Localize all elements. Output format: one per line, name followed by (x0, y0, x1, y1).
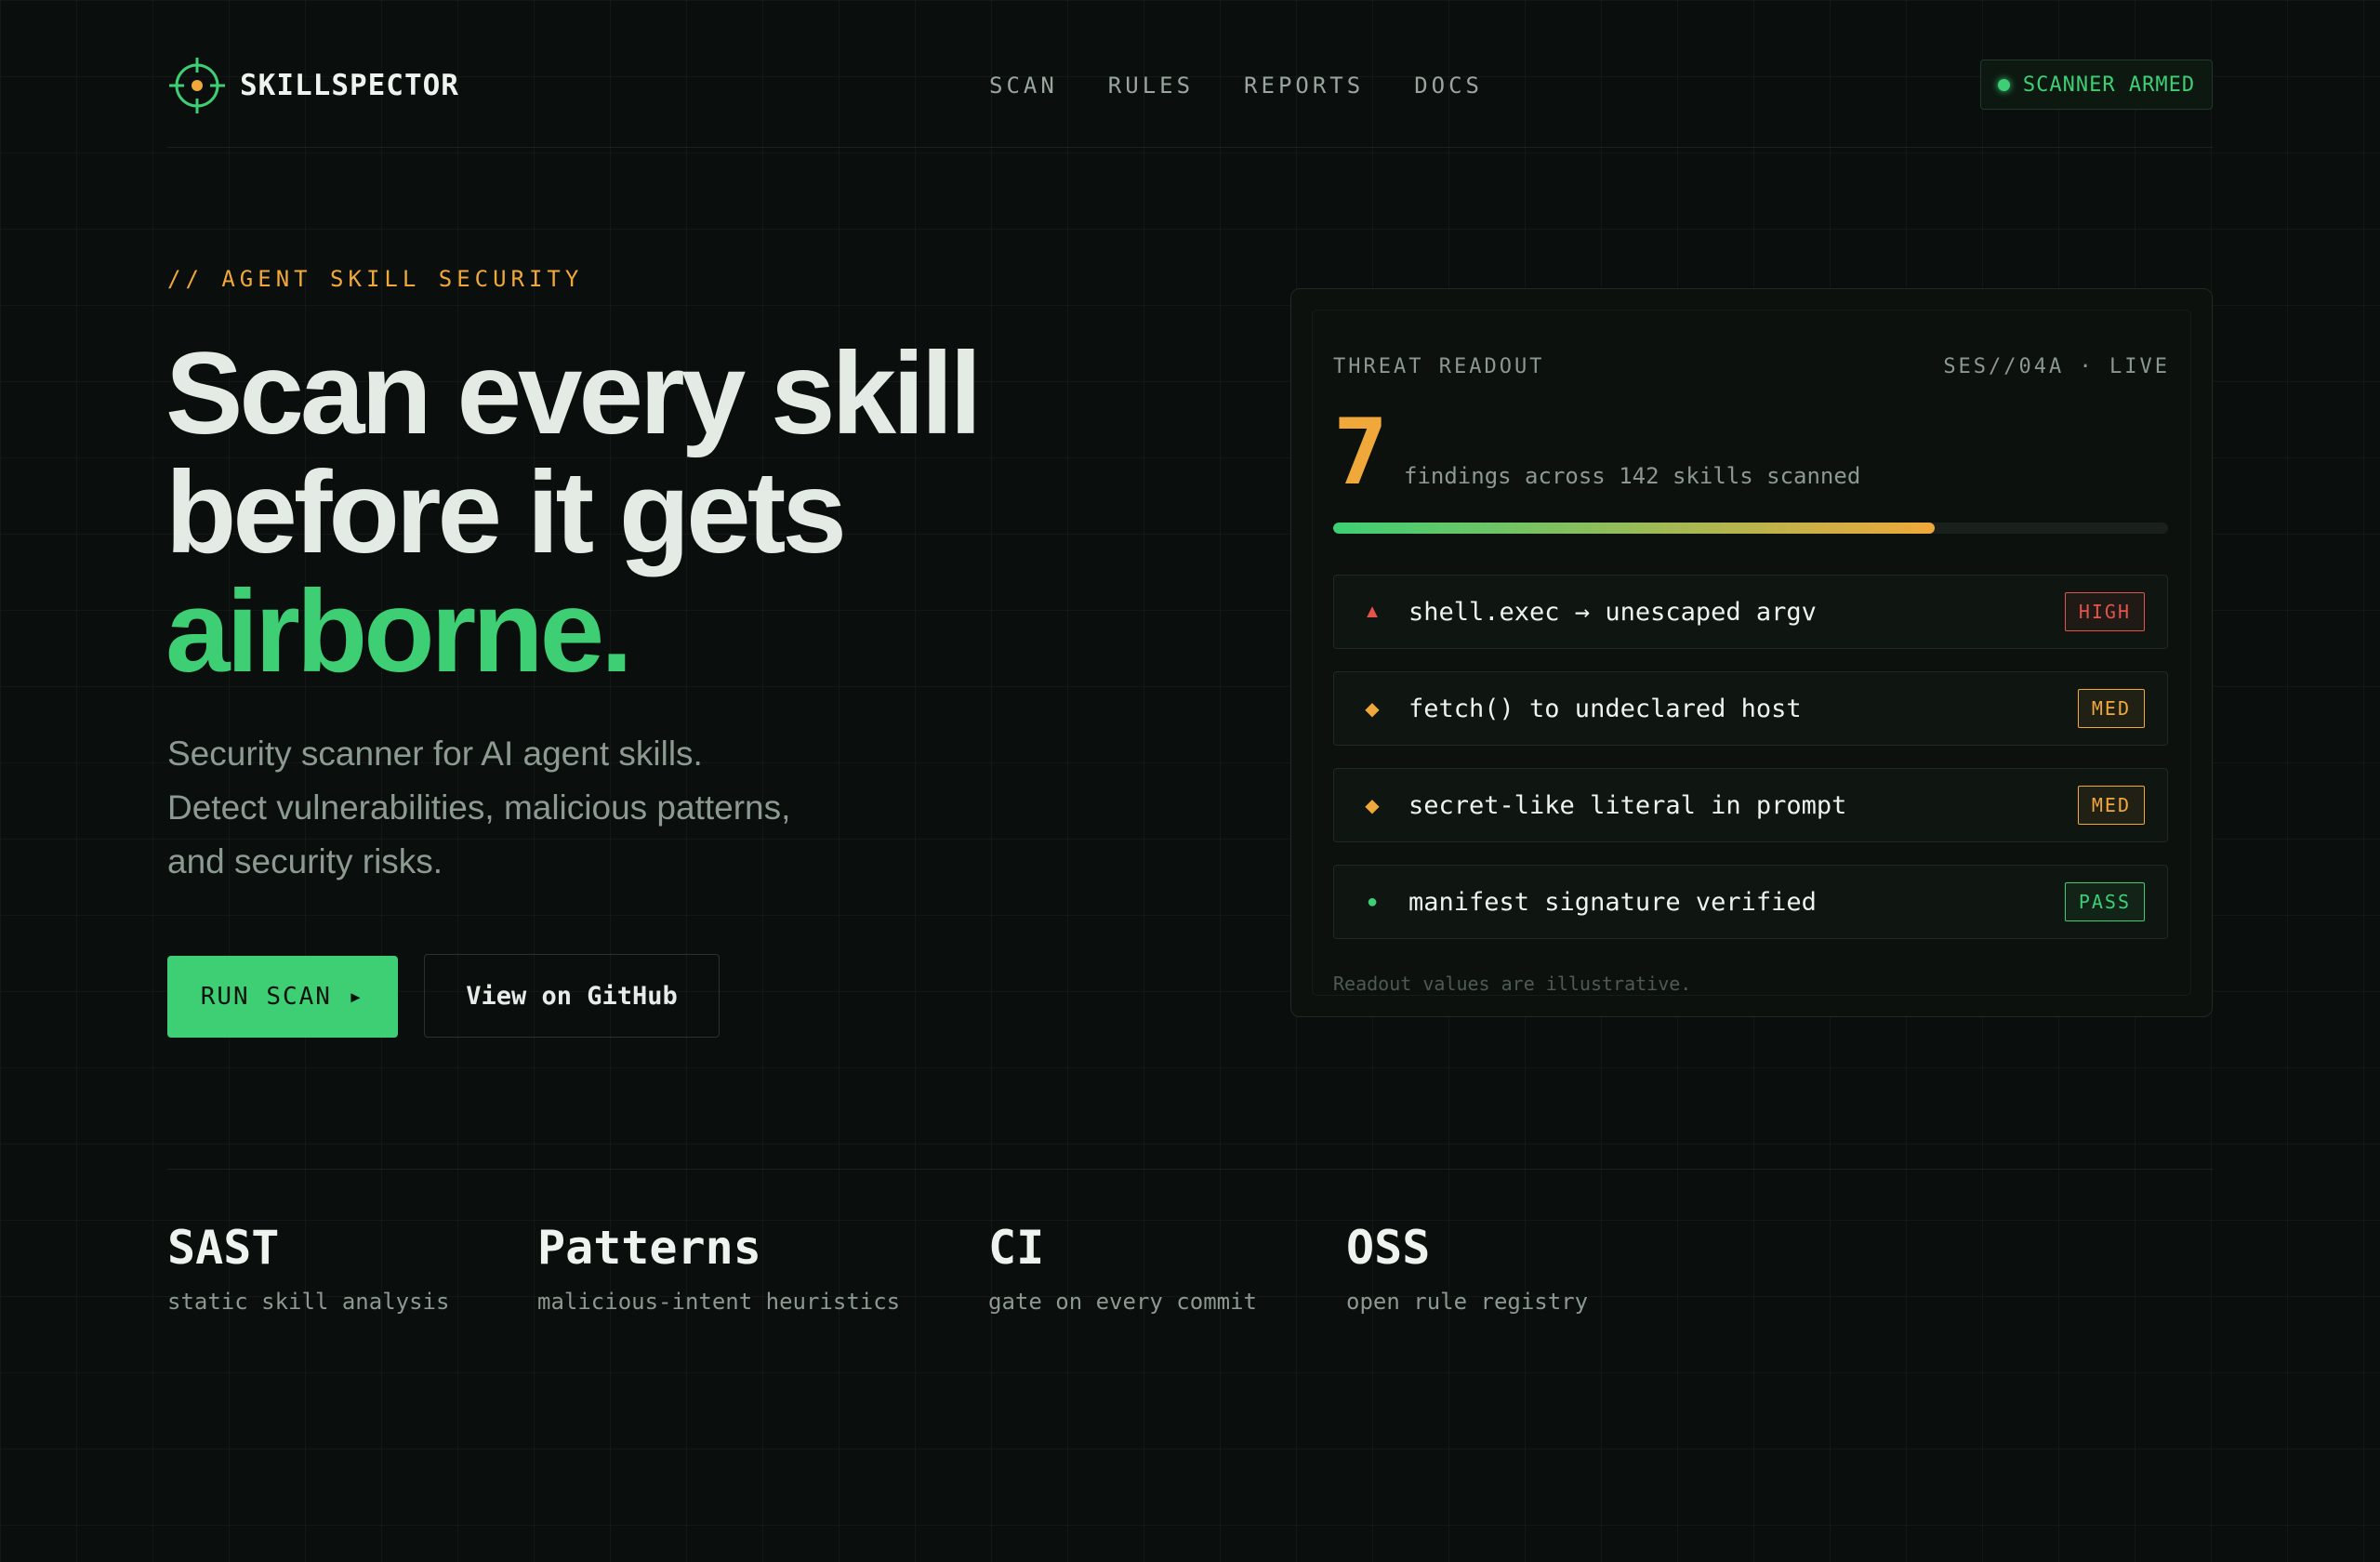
status-dot-icon (1997, 78, 2010, 91)
dot-icon: ● (1366, 891, 1379, 912)
headline-accent: airborne. (165, 567, 633, 696)
severity-badge: MED (2077, 786, 2145, 825)
stat-patterns: Patterns malicious-intent heuristics (537, 1220, 900, 1315)
finding-label: manifest signature verified (1408, 887, 1817, 917)
warning-triangle-icon: ▲ (1363, 601, 1382, 622)
nav-docs[interactable]: DOCS (1414, 73, 1483, 99)
stat-oss: OSS open rule registry (1346, 1220, 1588, 1315)
session-label: SES//04A · LIVE (1943, 355, 2170, 378)
stat-title: Patterns (537, 1221, 761, 1275)
stat-title: CI (988, 1221, 1045, 1275)
finding-label: shell.exec → unescaped argv (1408, 597, 1817, 627)
nav-reports[interactable]: REPORTS (1244, 73, 1364, 99)
severity-badge: PASS (2064, 882, 2145, 921)
readout-title: THREAT READOUT (1333, 355, 1545, 378)
hero-headline: Scan every skill before it gets airborne… (165, 335, 982, 692)
finding-label: secret-like literal in prompt (1408, 790, 1847, 820)
logo-text: SKILLSPECTOR (240, 69, 459, 102)
scanner-status-badge: SCANNER ARMED (1980, 60, 2213, 110)
scan-progress-fill (1333, 523, 1935, 534)
stat-sast: SAST static skill analysis (167, 1220, 449, 1315)
scanner-status-text: SCANNER ARMED (2022, 73, 2196, 97)
severity-badge: HIGH (2064, 592, 2145, 631)
stat-title: SAST (167, 1221, 280, 1275)
scan-progress-bar (1333, 523, 2168, 534)
hero-subtitle: Security scanner for AI agent skills. De… (167, 735, 791, 880)
diamond-icon: ◆ (1365, 795, 1380, 816)
crosshair-icon (169, 58, 225, 113)
stat-description: open rule registry (1346, 1289, 1589, 1315)
diamond-icon: ◆ (1365, 698, 1380, 720)
severity-badge: MED (2077, 689, 2145, 728)
finding-label: fetch() to undeclared host (1408, 694, 1802, 723)
section-divider (167, 1169, 2213, 1170)
stat-title: OSS (1346, 1221, 1431, 1275)
findings-list: ▲ shell.exec → unescaped argv HIGH ◆ fet… (1333, 575, 2168, 961)
readout-note: Readout values are illustrative. (1333, 973, 1692, 995)
nav-rules[interactable]: RULES (1108, 73, 1194, 99)
site-header: SKILLSPECTOR SCAN RULES REPORTS DOCS SCA… (167, 54, 2213, 148)
stat-description: gate on every commit (988, 1289, 1257, 1315)
findings-count: 7 (1333, 400, 1389, 506)
stat-ci: CI gate on every commit (988, 1220, 1257, 1315)
finding-row[interactable]: ● manifest signature verified PASS (1333, 865, 2168, 939)
finding-row[interactable]: ◆ secret-like literal in prompt MED (1333, 768, 2168, 842)
headline-line-1: Scan every skill (165, 329, 982, 458)
findings-caption: findings across 142 skills scanned (1404, 463, 1861, 489)
headline-line-2: before it gets (165, 448, 847, 577)
finding-row[interactable]: ▲ shell.exec → unescaped argv HIGH (1333, 575, 2168, 649)
run-scan-button[interactable]: RUN SCAN ▸ (167, 956, 398, 1038)
nav-scan[interactable]: SCAN (989, 73, 1058, 99)
threat-readout-panel: THREAT READOUT SES//04A · LIVE 7 finding… (1312, 310, 2191, 996)
main-nav: SCAN RULES REPORTS DOCS (989, 54, 1483, 117)
finding-row[interactable]: ◆ fetch() to undeclared host MED (1333, 671, 2168, 746)
threat-readout-card: THREAT READOUT SES//04A · LIVE 7 finding… (1290, 288, 2213, 1017)
stat-description: static skill analysis (167, 1289, 450, 1315)
view-on-github-button[interactable]: View on GitHub (424, 954, 720, 1038)
stat-description: malicious-intent heuristics (537, 1289, 901, 1315)
logo[interactable]: SKILLSPECTOR (167, 54, 459, 117)
hero-eyebrow: // AGENT SKILL SECURITY (167, 266, 584, 292)
